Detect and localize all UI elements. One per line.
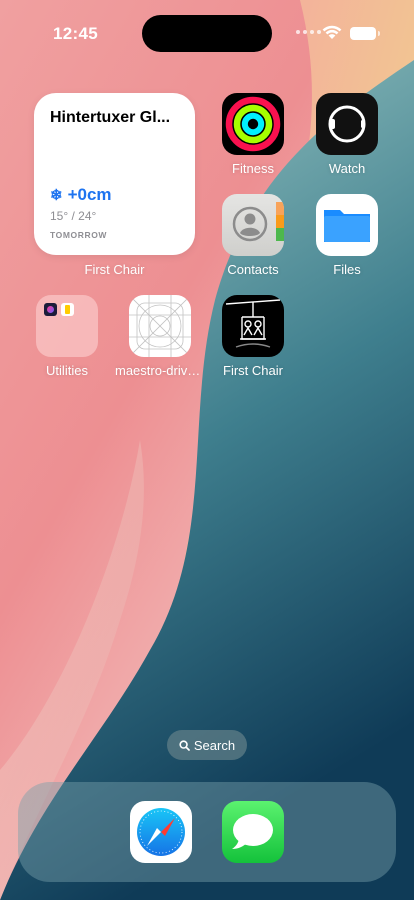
safari-compass-icon — [137, 808, 185, 856]
widget-app-label: First Chair — [84, 262, 145, 277]
contacts-icon — [222, 194, 284, 256]
widget-day: TOMORROW — [50, 230, 108, 240]
first-chair-widget[interactable]: Hintertuxer Gl... ❄ +0cm 15° / 24° TOMOR… — [34, 93, 195, 255]
dock-app-messages[interactable] — [222, 801, 284, 863]
folder-icon — [36, 295, 98, 357]
app-label: Contacts — [227, 262, 279, 277]
folder-mini-app-icon — [44, 303, 57, 316]
search-label: Search — [193, 737, 236, 753]
widget-location: Hintertuxer Gl... — [50, 109, 171, 126]
app-label: Files — [333, 262, 361, 277]
snowflake-icon: ❄ — [50, 187, 63, 204]
spotlight-search-button[interactable]: Search — [167, 730, 247, 760]
messages-bubble-icon — [232, 814, 273, 849]
fitness-rings-icon — [222, 93, 284, 155]
app-label: maestro-driver... — [115, 363, 205, 378]
app-label: First Chair — [223, 363, 283, 378]
app-label: Fitness — [232, 161, 274, 176]
folder-utilities[interactable]: Utilities — [22, 295, 112, 378]
watch-icon — [316, 93, 378, 155]
cellular-signal-icon — [296, 30, 321, 34]
widget-snowfall-value: +0cm — [67, 185, 112, 204]
dock-app-safari[interactable] — [130, 801, 192, 863]
app-files[interactable]: Files — [302, 194, 392, 277]
app-label: Watch — [328, 161, 366, 176]
app-contacts[interactable]: Contacts — [208, 194, 298, 277]
app-maestro-driver[interactable]: maestro-driver... — [115, 295, 205, 378]
widget-snowfall: ❄ +0cm — [50, 185, 112, 205]
app-first-chair[interactable]: First Chair — [208, 295, 298, 378]
app-grid-placeholder-icon — [129, 295, 191, 357]
dock — [18, 782, 396, 882]
battery-icon — [350, 27, 380, 40]
status-time: 12:45 — [53, 24, 98, 43]
app-watch[interactable]: Watch — [302, 93, 392, 176]
dynamic-island — [142, 15, 272, 52]
widget-temperature: 15° / 24° — [50, 209, 97, 223]
folder-mini-app-icon — [61, 303, 74, 316]
chairlift-icon — [222, 295, 284, 357]
files-folder-icon — [316, 194, 378, 256]
app-label: Utilities — [46, 363, 88, 378]
app-fitness[interactable]: Fitness — [208, 93, 298, 176]
status-bar: 12:45 — [0, 0, 414, 66]
search-icon — [179, 739, 190, 751]
wifi-icon — [322, 25, 342, 39]
